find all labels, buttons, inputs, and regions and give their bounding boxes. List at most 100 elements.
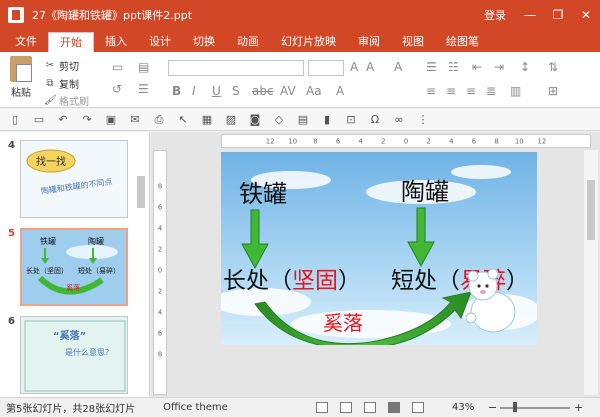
new-slide-icon[interactable]: ▭ — [112, 60, 123, 74]
increase-font-icon[interactable]: A — [350, 60, 358, 74]
italic-icon[interactable]: I — [192, 84, 196, 98]
camera-icon[interactable]: ◙ — [248, 113, 262, 127]
thumbnails-scrollbar[interactable] — [135, 136, 147, 394]
picture-icon[interactable]: ▨ — [224, 113, 238, 127]
chart-icon[interactable]: ▮ — [320, 113, 334, 127]
line-spacing-icon[interactable]: ↕ — [520, 60, 530, 74]
ruler-tick-label: 10 — [515, 138, 524, 146]
thumb-number: 6 — [8, 316, 15, 327]
tab-insert[interactable]: 插入 — [94, 32, 138, 52]
tab-pen[interactable]: 绘图笔 — [435, 32, 490, 52]
symbol-icon[interactable]: Ω — [368, 113, 382, 127]
cut-button[interactable]: ✂ 剪切 — [44, 58, 79, 74]
ruler-tick-label: 2 — [158, 288, 162, 296]
layout-icon[interactable]: ▤ — [138, 60, 149, 74]
spacing-icon[interactable]: AV — [280, 84, 296, 98]
zoom-slider[interactable] — [500, 407, 570, 409]
justify-icon[interactable]: ≣ — [486, 84, 496, 98]
underline-icon[interactable]: U — [212, 84, 221, 98]
notes-page-button[interactable] — [364, 402, 376, 413]
redo-icon[interactable]: ↷ — [80, 113, 94, 127]
ribbon-home: 粘贴 ✂ 剪切 ⧉ 复制 🖌 格式刷 ▭ ▤ ↺ ☰ A A A B I U S… — [0, 52, 600, 108]
powerpoint-app-icon[interactable] — [8, 7, 24, 23]
section-icon[interactable]: ☰ — [138, 82, 149, 96]
current-slide[interactable]: 铁罐 陶罐 长处（坚固） 短处（易碎） 奚落 — [221, 152, 537, 345]
font-family-select[interactable] — [168, 60, 304, 76]
tab-animations[interactable]: 动画 — [226, 32, 270, 52]
reset-icon[interactable]: ↺ — [112, 82, 122, 96]
normal-view-button[interactable] — [316, 402, 328, 413]
zoom-in-button[interactable]: + — [574, 401, 583, 414]
slide-thumbnail-6[interactable]: “奚落” 是什么意思？ — [20, 316, 128, 394]
copy-button[interactable]: ⧉ 复制 — [44, 76, 79, 92]
change-case-icon[interactable]: Aa — [306, 84, 322, 98]
table-icon[interactable]: ▦ — [200, 113, 214, 127]
open-folder-icon[interactable]: ▭ — [32, 113, 46, 127]
zoom-slider-handle[interactable] — [513, 402, 517, 412]
clear-format-icon[interactable]: A — [394, 60, 402, 74]
slide-thumbnail-5[interactable]: 铁罐 陶罐 长处（坚固） 短处（易碎） 奚落 — [20, 228, 128, 306]
zoom-level[interactable]: 43% — [452, 402, 474, 413]
tab-review[interactable]: 审阅 — [347, 32, 391, 52]
vertical-ruler[interactable]: 8 6 4 2 0 2 4 6 8 — [153, 150, 167, 395]
thumb-4-caption: 陶罐和铁罐的不同点 — [40, 176, 113, 196]
tab-transitions[interactable]: 切换 — [182, 32, 226, 52]
tab-slideshow[interactable]: 幻灯片放映 — [270, 32, 347, 52]
tab-view[interactable]: 视图 — [391, 32, 435, 52]
new-file-icon[interactable]: ▯ — [8, 113, 22, 127]
save-icon[interactable]: ▣ — [104, 113, 118, 127]
bullets-icon[interactable]: ☰ — [426, 60, 437, 74]
thumb-6-art: “奚落” 是什么意思？ — [24, 320, 126, 392]
slide-scroll-thumb[interactable] — [587, 180, 595, 240]
select-icon[interactable]: ↖ — [176, 113, 190, 127]
print-icon[interactable]: ⎙ — [152, 113, 166, 127]
smartart-small-icon[interactable]: ⊡ — [344, 113, 358, 127]
format-painter-button[interactable]: 🖌 格式刷 — [44, 93, 89, 109]
horizontal-ruler[interactable]: 12 10 8 6 4 2 0 2 4 6 8 10 12 — [221, 134, 591, 148]
ruler-tick-label: 6 — [158, 204, 162, 212]
ruler-tick-label: 8 — [313, 138, 317, 146]
slide-thumbnails-pane: 4 找一找 陶罐和铁罐的不同点 5 铁罐 陶罐 长处（坚固） 短处（易碎） 奚落… — [0, 132, 150, 397]
numbering-icon[interactable]: ☷ — [448, 60, 459, 74]
smartart-icon[interactable]: ⊞ — [548, 84, 558, 98]
restore-button[interactable]: ❐ — [544, 0, 572, 30]
zoom-out-button[interactable]: − — [488, 401, 497, 414]
align-left-icon[interactable]: ≡ — [426, 84, 436, 98]
tab-design[interactable]: 设计 — [138, 32, 182, 52]
paste-button[interactable]: 粘贴 — [6, 56, 36, 99]
shapes-icon[interactable]: ◇ — [272, 113, 286, 127]
slide-thumbnail-4[interactable]: 找一找 陶罐和铁罐的不同点 — [20, 140, 128, 218]
align-center-icon[interactable]: ≡ — [446, 84, 456, 98]
slideshow-button[interactable] — [412, 402, 424, 413]
clipboard-icon — [10, 56, 32, 82]
undo-icon[interactable]: ↶ — [56, 113, 70, 127]
bold-icon[interactable]: B — [172, 84, 181, 98]
ruler-tick-label: 4 — [449, 138, 453, 146]
decrease-indent-icon[interactable]: ⇤ — [472, 60, 482, 74]
text-direction-icon[interactable]: ⇅ — [548, 60, 558, 74]
textbox-icon[interactable]: ▤ — [296, 113, 310, 127]
columns-icon[interactable]: ▥ — [510, 84, 521, 98]
thumbnails-scroll-thumb[interactable] — [137, 176, 145, 208]
ruler-tick-label: 6 — [336, 138, 340, 146]
slide-sorter-button[interactable] — [340, 402, 352, 413]
login-link[interactable]: 登录 — [484, 7, 506, 23]
tab-home[interactable]: 开始 — [48, 32, 94, 52]
close-button[interactable]: ✕ — [572, 0, 600, 30]
theme-name[interactable]: Office theme — [163, 402, 228, 413]
shadow-icon[interactable]: S — [232, 84, 240, 98]
ruler-tick-label: 6 — [158, 330, 162, 338]
decrease-font-icon[interactable]: A — [366, 60, 374, 74]
minimize-button[interactable]: — — [516, 0, 544, 30]
increase-indent-icon[interactable]: ⇥ — [494, 60, 504, 74]
font-size-select[interactable] — [308, 60, 344, 76]
strikethrough-icon[interactable]: abc — [252, 84, 274, 98]
font-color-icon[interactable]: A — [336, 84, 344, 98]
link-icon[interactable]: ∞ — [392, 113, 406, 127]
align-right-icon[interactable]: ≡ — [466, 84, 476, 98]
email-icon[interactable]: ✉ — [128, 113, 142, 127]
more-icon[interactable]: ⋮ — [416, 113, 430, 127]
tab-file[interactable]: 文件 — [4, 32, 48, 52]
reading-view-button[interactable] — [388, 402, 400, 413]
slide-scrollbar[interactable] — [584, 150, 598, 395]
